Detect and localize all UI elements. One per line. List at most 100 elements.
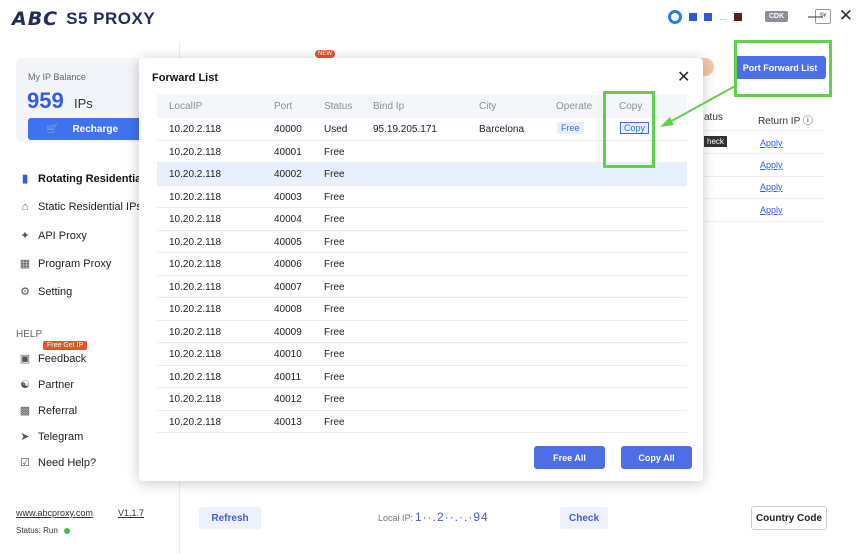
cell-local-ip: 10.20.2.118 xyxy=(169,416,222,428)
local-ip-value: 1··.2··.·.·94 xyxy=(415,510,489,524)
cell-local-ip: 10.20.2.118 xyxy=(169,349,222,360)
sidebar-item-label: Referral xyxy=(38,404,78,417)
cell-port: 40011 xyxy=(274,371,302,383)
cell-port: 40009 xyxy=(274,326,302,338)
cell-city: Barcelona xyxy=(479,124,525,135)
phone-icon: ▮ xyxy=(21,173,29,185)
apply-link[interactable]: Apply xyxy=(760,182,783,192)
local-ip-label: Local IP: xyxy=(378,513,414,523)
col-operate: Operate xyxy=(556,101,593,112)
cell-status: Free xyxy=(324,191,345,203)
close-window-icon[interactable]: ✕ xyxy=(839,6,853,26)
sidebar-item-label: Need Help? xyxy=(38,456,97,469)
sidebar-item-program-proxy[interactable]: ▦ Program Proxy xyxy=(18,257,112,271)
sidebar-item-need-help[interactable]: ☑ Need Help? xyxy=(18,456,97,470)
table-row[interactable]: 10.20.2.118 40012 Free xyxy=(157,388,687,411)
table-row[interactable]: 10.20.2.118 40005 Free xyxy=(157,231,687,253)
cell-status: Free xyxy=(324,146,345,158)
table-row[interactable]: 10.20.2.118 40008 Free xyxy=(157,298,687,321)
version-link[interactable]: V1.1.7 xyxy=(118,508,144,518)
cell-status: Free xyxy=(324,259,345,270)
country-code-button[interactable]: Country Code xyxy=(751,506,827,530)
website-link[interactable]: www.abcproxy.com xyxy=(16,508,93,518)
sidebar-item-partner[interactable]: ☯ Partner xyxy=(18,378,75,392)
table-row[interactable]: 10.20.2.118 40003 Free xyxy=(157,186,687,208)
cell-local-ip: 10.20.2.118 xyxy=(169,124,222,135)
cell-status: Free xyxy=(324,236,345,248)
cell-status: Free xyxy=(324,326,345,338)
telegram-icon: ➤ xyxy=(20,431,30,443)
cell-local-ip: 10.20.2.118 xyxy=(169,394,222,405)
square-icon xyxy=(704,12,713,21)
cell-status: Free xyxy=(324,169,345,180)
apply-link[interactable]: Apply xyxy=(760,205,783,215)
cell-port: 40010 xyxy=(274,349,302,360)
table-row[interactable]: 10.20.2.118 40006 Free xyxy=(157,253,687,276)
square-icon xyxy=(733,12,742,21)
referral-icon: ▩ xyxy=(19,405,31,417)
cell-local-ip: 10.20.2.118 xyxy=(169,304,222,315)
cdk-icon[interactable]: CDK xyxy=(764,11,788,22)
col-port: Port xyxy=(274,101,293,112)
highlight-copy-box xyxy=(603,91,655,168)
sidebar-item-telegram[interactable]: ➤ Telegram xyxy=(18,430,84,444)
divider xyxy=(704,221,824,222)
sidebar-item-label: API Proxy xyxy=(38,229,87,242)
recharge-button[interactable]: 🛒 Recharge xyxy=(28,118,156,140)
sidebar-item-setting[interactable]: ⚙ Setting xyxy=(18,285,73,299)
apply-link[interactable]: Apply xyxy=(760,138,783,148)
cell-port: 40004 xyxy=(274,214,302,225)
divider xyxy=(704,130,824,131)
cell-status: Free xyxy=(324,394,345,405)
table-row[interactable]: 10.20.2.118 40009 Free xyxy=(157,321,687,343)
cell-local-ip: 10.20.2.118 xyxy=(169,146,222,158)
cell-port: 40006 xyxy=(274,259,302,270)
cell-status: Free xyxy=(324,304,345,315)
help-icon: ☑ xyxy=(20,457,30,469)
cell-status: Used xyxy=(324,124,348,135)
cell-status: Free xyxy=(324,371,345,383)
divider xyxy=(704,176,824,177)
cell-bind-ip: 95.19.205.171 xyxy=(373,124,437,135)
gear-icon: ⚙ xyxy=(20,286,30,298)
balance-card: My IP Balance 959 IPs $0 🛒 Recharge xyxy=(16,58,156,142)
sidebar-item-api-proxy[interactable]: ✦ API Proxy xyxy=(18,229,87,243)
col-city: City xyxy=(479,101,497,112)
cell-port: 40007 xyxy=(274,281,302,293)
sidebar-item-referral[interactable]: ▩ Referral xyxy=(18,404,78,418)
cell-local-ip: 10.20.2.118 xyxy=(169,214,222,225)
table-row[interactable]: 10.20.2.118 40013 Free xyxy=(157,411,687,433)
close-icon[interactable]: ✕ xyxy=(677,70,690,86)
cell-local-ip: 10.20.2.118 xyxy=(169,371,222,383)
top-icons: ... CDK $¥ xyxy=(668,9,831,24)
sidebar-item-label: Partner xyxy=(38,378,75,391)
table-row[interactable]: 10.20.2.118 40007 Free xyxy=(157,276,687,298)
sidebar-item-feedback[interactable]: ▣ Feedback xyxy=(18,352,87,366)
minimize-icon[interactable]: — xyxy=(808,8,823,25)
logo-text: S5 PROXY xyxy=(66,9,156,28)
apply-link[interactable]: Apply xyxy=(760,160,783,170)
title-bar: ABC S5 PROXY ... CDK $¥ — ✕ xyxy=(0,0,865,42)
sidebar-item-label: Program Proxy xyxy=(38,257,112,270)
sidebar-item-rotating-residential[interactable]: ▮ Rotating Residential xyxy=(18,172,144,186)
table-row[interactable]: 10.20.2.118 40011 Free xyxy=(157,366,687,388)
sidebar-item-label: Telegram xyxy=(38,430,84,443)
free-button[interactable]: Free xyxy=(557,122,584,134)
free-all-button[interactable]: Free All xyxy=(534,446,605,469)
recharge-label: Recharge xyxy=(72,123,119,135)
balance-value: 959 xyxy=(27,88,64,113)
check-button[interactable]: Check xyxy=(560,507,608,529)
col-bind-ip: Bind Ip xyxy=(373,101,405,112)
sidebar-item-static-residential[interactable]: ⌂ Static Residential IPs xyxy=(18,201,142,213)
table-row[interactable]: 10.20.2.118 40010 Free xyxy=(157,343,687,366)
sidebar-item-label: Setting xyxy=(38,285,73,298)
balance-unit: IPs xyxy=(74,96,93,111)
table-row[interactable]: 10.20.2.118 40004 Free xyxy=(157,208,687,231)
cell-local-ip: 10.20.2.118 xyxy=(169,169,222,180)
check-tag: heck xyxy=(704,136,727,147)
support-icon[interactable] xyxy=(668,9,683,24)
app-logo: ABC S5 PROXY xyxy=(12,8,155,30)
copy-all-button[interactable]: Copy All xyxy=(621,446,692,469)
cell-port: 40012 xyxy=(274,394,302,405)
refresh-button[interactable]: Refresh xyxy=(199,507,261,529)
